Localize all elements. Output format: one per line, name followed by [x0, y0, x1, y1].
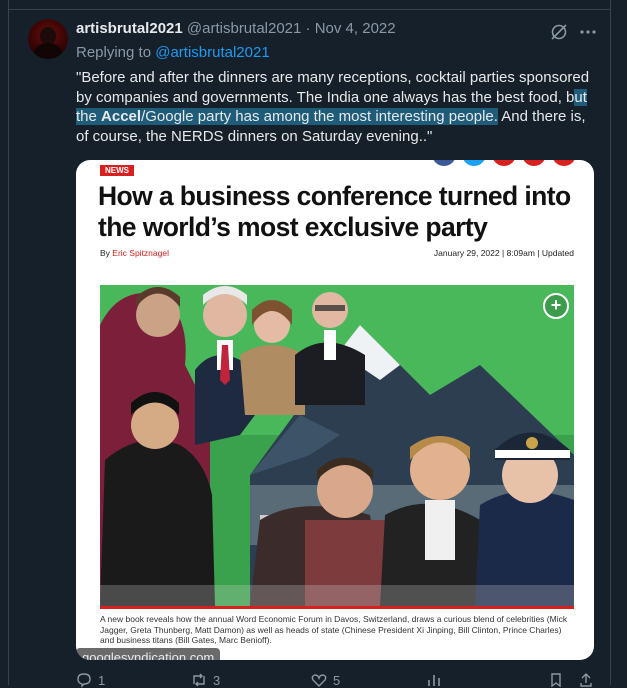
timeline-border-right [610, 0, 611, 685]
article-dateline: January 29, 2022 | 8:09am | Updated [433, 248, 574, 258]
meta-separator: · [305, 20, 311, 37]
grok-icon[interactable] [549, 22, 569, 42]
badge-underline [100, 175, 110, 176]
replying-to-link[interactable]: @artisbrutal2021 [155, 44, 269, 61]
like-count: 5 [333, 672, 341, 688]
share-icon [580, 673, 592, 687]
replying-prefix: Replying to [76, 44, 156, 61]
highlighted-text-2: /Google party has among the most interes… [141, 108, 498, 125]
article-photo[interactable]: + [100, 285, 574, 606]
tweet-header: artisbrutal2021 @artisbrutal2021 · Nov 4… [76, 20, 396, 37]
share-buttons [432, 160, 594, 166]
article-date: January 29, 2022 [433, 248, 500, 258]
tweet-date[interactable]: Nov 4, 2022 [315, 20, 396, 37]
facebook-icon[interactable] [432, 160, 456, 166]
bookmark-icon [551, 673, 561, 688]
avatar-silhouette-body [34, 43, 62, 59]
reply-count: 1 [98, 672, 106, 688]
views-icon [428, 675, 440, 686]
byline: By Eric Spitznagel [100, 248, 169, 258]
byline-prefix: By [100, 248, 113, 258]
article-updated: Updated [541, 248, 574, 258]
email-icon[interactable] [522, 160, 546, 166]
article-time: 8:09am [506, 248, 535, 258]
share-icon[interactable] [552, 160, 576, 166]
card-domain[interactable]: googlesyndication.com [76, 648, 221, 660]
photo-caption: A new book reveals how the annual Word E… [100, 614, 568, 645]
article-headline[interactable]: How a business conference turned into th… [98, 181, 578, 243]
heart-icon [311, 674, 327, 687]
link-card[interactable]: NEWS How a business conference turned in… [76, 160, 594, 660]
timeline-border-left [8, 0, 9, 685]
like-button[interactable]: 5 [311, 672, 340, 688]
caption-rule [100, 606, 574, 609]
photo-collage [100, 285, 574, 606]
highlighted-bold-text: Accel [101, 108, 142, 125]
handle[interactable]: @artisbrutal2021 [187, 20, 301, 37]
views-button[interactable] [426, 672, 442, 688]
retweet-count: 3 [213, 672, 221, 688]
retweet-icon [193, 673, 205, 687]
bookmark-button[interactable] [548, 672, 564, 688]
more-icon[interactable] [578, 22, 598, 42]
tweet-actions: 1 3 5 [76, 672, 596, 688]
replying-to: Replying to @artisbrutal2021 [76, 44, 270, 61]
author-link[interactable]: Eric Spitznagel [112, 248, 169, 258]
reply-button[interactable]: 1 [76, 672, 105, 688]
tweet-text-part: "Before and after the dinners are many r… [76, 69, 590, 106]
timeline-divider [8, 9, 611, 10]
avatar[interactable] [28, 19, 68, 59]
share-button[interactable] [578, 672, 594, 688]
retweet-button[interactable]: 3 [191, 672, 220, 688]
pinterest-icon[interactable] [492, 160, 516, 166]
display-name[interactable]: artisbrutal2021 [76, 20, 183, 37]
tweet-text: "Before and after the dinners are many r… [76, 68, 596, 146]
twitter-icon[interactable] [462, 160, 486, 166]
reply-icon [77, 673, 91, 688]
expand-icon[interactable]: + [543, 293, 569, 319]
